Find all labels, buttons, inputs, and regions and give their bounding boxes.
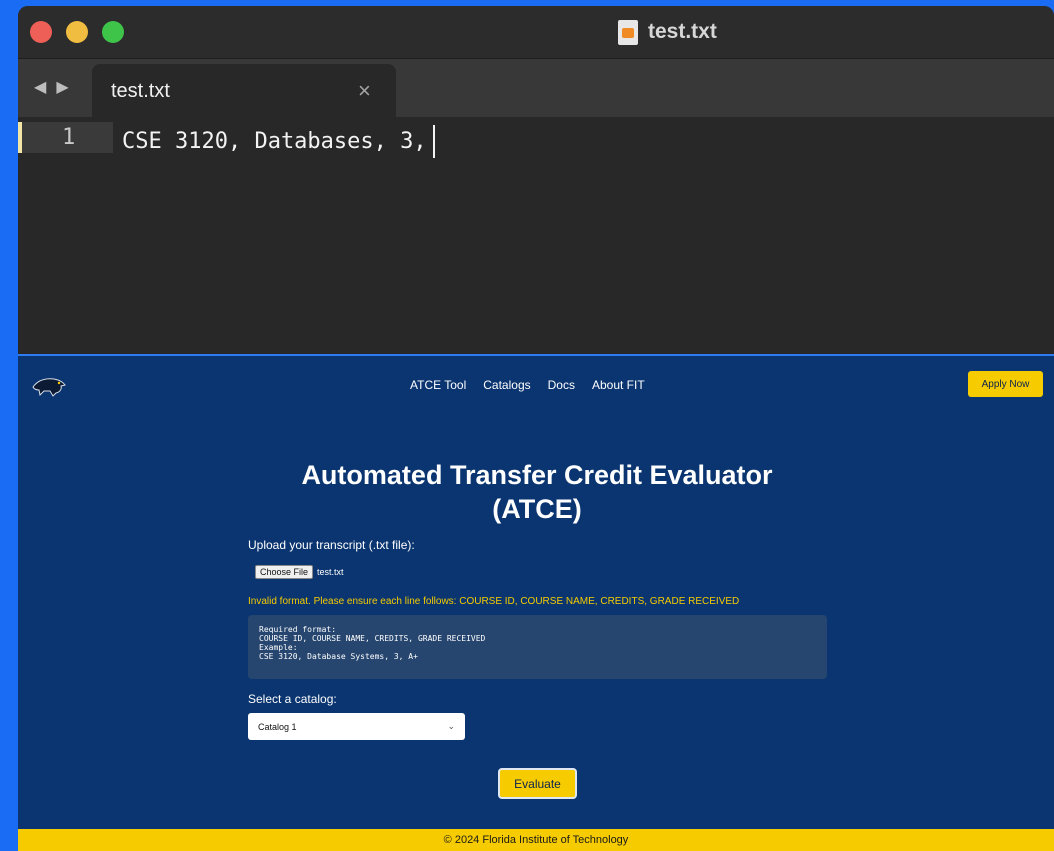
- catalog-select[interactable]: Catalog 1 ⌄: [248, 713, 465, 740]
- page-title: Automated Transfer Credit Evaluator (ATC…: [301, 460, 773, 524]
- line-number: 1: [62, 125, 76, 150]
- close-icon[interactable]: ×: [358, 78, 371, 104]
- atce-webpage: ATCE Tool Catalogs Docs About FIT Apply …: [18, 354, 1054, 851]
- tab-navigation: ◀ ▶: [34, 77, 73, 97]
- code-line-text: CSE 3120, Databases, 3,: [122, 129, 427, 154]
- title-bar: test.txt: [18, 6, 1054, 59]
- apply-now-button[interactable]: Apply Now: [968, 371, 1043, 397]
- close-window-button[interactable]: [30, 21, 52, 43]
- chosen-file-name: test.txt: [317, 567, 344, 577]
- code-line[interactable]: CSE 3120, Databases, 3,: [122, 125, 435, 158]
- tab-test-txt[interactable]: test.txt ×: [92, 64, 396, 117]
- file-input: Choose File test.txt: [255, 565, 344, 579]
- zoom-window-button[interactable]: [102, 21, 124, 43]
- nav-about-fit[interactable]: About FIT: [592, 378, 645, 392]
- footer-text: © 2024 Florida Institute of Technology: [443, 834, 629, 846]
- format-line: Required format:: [259, 625, 337, 634]
- forward-arrow-icon[interactable]: ▶: [56, 77, 72, 97]
- editor-window: test.txt ◀ ▶ test.txt × 1 CSE 3120, Data…: [18, 6, 1054, 354]
- nav-catalogs[interactable]: Catalogs: [483, 378, 530, 392]
- window-title-text: test.txt: [648, 20, 717, 43]
- tab-bar: ◀ ▶ test.txt ×: [18, 59, 1054, 117]
- nav-docs[interactable]: Docs: [548, 378, 575, 392]
- window-title: test.txt: [618, 18, 717, 46]
- upload-label: Upload your transcript (.txt file):: [248, 538, 415, 552]
- code-editor[interactable]: 1 CSE 3120, Databases, 3,: [18, 117, 1054, 354]
- back-arrow-icon[interactable]: ◀: [34, 77, 50, 97]
- footer: © 2024 Florida Institute of Technology: [18, 829, 1054, 851]
- minimize-window-button[interactable]: [66, 21, 88, 43]
- tab-label: test.txt: [111, 80, 170, 102]
- nav-atce-tool[interactable]: ATCE Tool: [410, 378, 466, 392]
- sublime-file-icon: [618, 19, 638, 45]
- format-line: COURSE ID, COURSE NAME, CREDITS, GRADE R…: [259, 634, 486, 643]
- format-line: CSE 3120, Database Systems, 3, A+: [259, 652, 418, 661]
- chevron-down-icon: ⌄: [447, 721, 455, 731]
- format-line: Example:: [259, 643, 298, 652]
- screen: test.txt ◀ ▶ test.txt × 1 CSE 3120, Data…: [18, 6, 1054, 851]
- catalog-label: Select a catalog:: [248, 692, 337, 706]
- evaluate-button[interactable]: Evaluate: [498, 768, 577, 799]
- panther-logo-icon[interactable]: [32, 375, 66, 397]
- main-nav: ATCE Tool Catalogs Docs About FIT: [410, 378, 645, 392]
- text-cursor: [432, 125, 435, 158]
- catalog-selected-value: Catalog 1: [258, 721, 297, 732]
- error-message: Invalid format. Please ensure each line …: [248, 596, 740, 607]
- format-help-box: Required format: COURSE ID, COURSE NAME,…: [248, 615, 827, 679]
- choose-file-button[interactable]: Choose File: [255, 565, 314, 579]
